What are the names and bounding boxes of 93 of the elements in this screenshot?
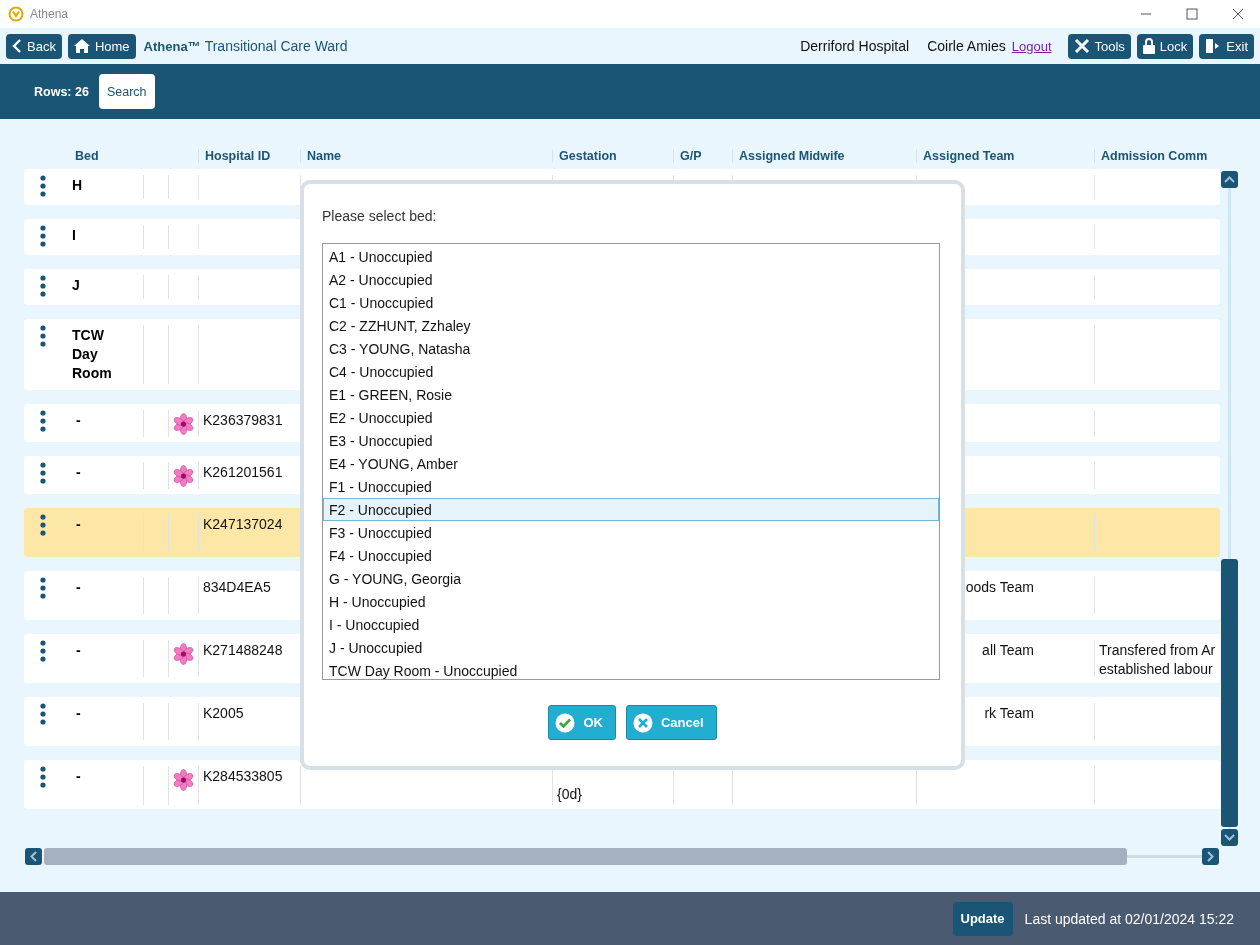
more-icon[interactable] bbox=[40, 175, 46, 197]
user-name: Coirle Amies bbox=[927, 38, 1006, 54]
more-icon[interactable] bbox=[40, 462, 46, 484]
home-button[interactable]: Home bbox=[67, 33, 136, 59]
bed-label: TCW Day Room bbox=[71, 326, 113, 383]
update-button[interactable]: Update bbox=[952, 901, 1013, 936]
lock-button[interactable]: Lock bbox=[1136, 33, 1194, 59]
bed-list[interactable] bbox=[322, 243, 940, 680]
bed-option[interactable]: C1 - Unoccupied bbox=[323, 291, 939, 314]
bed-label: - bbox=[75, 767, 81, 786]
column-header[interactable]: Assigned Team bbox=[916, 149, 1094, 163]
row-count: Rows: 26 bbox=[34, 84, 89, 99]
close-icon[interactable] bbox=[1232, 8, 1244, 20]
tools-button[interactable]: Tools bbox=[1067, 33, 1131, 59]
bed-option[interactable]: I - Unoccupied bbox=[323, 613, 939, 636]
table-cell: 834D4EA5 bbox=[203, 578, 271, 597]
table-cell: K236379831 bbox=[203, 411, 283, 430]
logout-link[interactable]: Logout bbox=[1011, 38, 1052, 54]
more-icon[interactable] bbox=[40, 703, 46, 725]
scroll-left-icon[interactable] bbox=[25, 848, 42, 865]
brand-name: Athena™ bbox=[143, 38, 201, 54]
column-header[interactable]: Gestation bbox=[552, 149, 673, 163]
table-cell: oods Team bbox=[965, 578, 1034, 597]
table-cell: all Team bbox=[982, 641, 1034, 660]
ward-title: Transitional Care Ward bbox=[204, 38, 348, 54]
bed-option[interactable]: C2 - ZZHUNT, Zzhaley bbox=[323, 314, 939, 337]
table-cell: {0d} bbox=[557, 785, 582, 804]
more-icon[interactable] bbox=[40, 766, 46, 788]
exit-button[interactable]: Exit bbox=[1199, 33, 1254, 59]
bed-option[interactable]: C3 - YOUNG, Natasha bbox=[323, 337, 939, 360]
search-button[interactable]: Search bbox=[98, 74, 155, 109]
lock-icon bbox=[1142, 38, 1155, 54]
bed-option[interactable]: E1 - GREEN, Rosie bbox=[323, 383, 939, 406]
bed-option[interactable]: C4 - Unoccupied bbox=[323, 360, 939, 383]
bed-option[interactable]: F4 - Unoccupied bbox=[323, 544, 939, 567]
bed-label: H bbox=[71, 176, 83, 195]
dialog-prompt: Please select bed: bbox=[322, 208, 437, 224]
bed-option[interactable]: A1 - Unoccupied bbox=[323, 245, 939, 268]
more-icon[interactable] bbox=[40, 410, 46, 432]
maximize-icon[interactable] bbox=[1186, 8, 1198, 20]
chevron-left-icon bbox=[12, 39, 22, 53]
scroll-thumb[interactable] bbox=[1221, 559, 1238, 827]
app-logo-icon bbox=[8, 6, 24, 22]
scroll-right-icon[interactable] bbox=[1202, 848, 1219, 865]
table-cell: K284533805 bbox=[203, 767, 283, 786]
bed-option[interactable]: E2 - Unoccupied bbox=[323, 406, 939, 429]
tools-icon bbox=[1073, 38, 1090, 54]
check-icon bbox=[555, 712, 576, 733]
hospital-name: Derriford Hospital bbox=[800, 38, 910, 54]
bed-label: - bbox=[75, 704, 81, 723]
bed-label: - bbox=[75, 578, 81, 597]
column-header[interactable]: Name bbox=[300, 149, 552, 163]
bed-label: - bbox=[75, 515, 81, 534]
bed-option[interactable]: F3 - Unoccupied bbox=[323, 521, 939, 544]
more-icon[interactable] bbox=[40, 514, 46, 536]
bed-option[interactable]: J - Unoccupied bbox=[323, 636, 939, 659]
column-header[interactable]: Hospital ID bbox=[198, 149, 300, 163]
table-cell: Transfered from Ar established labour bbox=[1099, 641, 1216, 677]
bed-label: - bbox=[75, 463, 81, 482]
more-icon[interactable] bbox=[40, 275, 46, 297]
back-button[interactable]: Back bbox=[6, 33, 62, 59]
bed-option[interactable]: F2 - Unoccupied bbox=[323, 498, 939, 521]
bed-label: - bbox=[75, 641, 81, 660]
vertical-scrollbar[interactable] bbox=[1221, 171, 1238, 846]
bed-option[interactable]: F1 - Unoccupied bbox=[323, 475, 939, 498]
table-cell: K261201561 bbox=[203, 463, 283, 482]
scroll-up-icon[interactable] bbox=[1221, 171, 1238, 188]
bed-label: - bbox=[75, 411, 81, 430]
table-cell: K271488248 bbox=[203, 641, 283, 660]
scroll-down-icon[interactable] bbox=[1221, 829, 1238, 846]
window-title: Athena bbox=[30, 7, 69, 21]
more-icon[interactable] bbox=[40, 225, 46, 247]
bed-option[interactable]: E3 - Unoccupied bbox=[323, 429, 939, 452]
last-updated-text: Last updated at 02/01/2024 15:22 bbox=[1024, 910, 1234, 927]
bed-option[interactable]: A2 - Unoccupied bbox=[323, 268, 939, 291]
column-header[interactable]: Assigned Midwife bbox=[732, 149, 916, 163]
bed-option[interactable]: E4 - YOUNG, Amber bbox=[323, 452, 939, 475]
more-icon[interactable] bbox=[40, 640, 46, 662]
column-header[interactable]: Admission Comm bbox=[1094, 149, 1220, 163]
bed-option[interactable]: TCW Day Room - Unoccupied bbox=[323, 659, 939, 682]
table-cell: K247137024 bbox=[203, 515, 283, 534]
bed-option[interactable]: H - Unoccupied bbox=[323, 590, 939, 613]
bed-option[interactable]: G - YOUNG, Georgia bbox=[323, 567, 939, 590]
column-header[interactable]: G/P bbox=[673, 149, 732, 163]
cancel-icon bbox=[632, 712, 653, 733]
home-icon bbox=[73, 39, 90, 53]
table-cell: K2005 bbox=[203, 704, 244, 723]
bed-label: I bbox=[71, 226, 76, 245]
more-icon[interactable] bbox=[40, 325, 46, 347]
table-cell: rk Team bbox=[984, 704, 1034, 723]
more-icon[interactable] bbox=[40, 577, 46, 599]
bed-label: J bbox=[71, 276, 80, 295]
column-header[interactable]: Bed bbox=[62, 149, 143, 163]
